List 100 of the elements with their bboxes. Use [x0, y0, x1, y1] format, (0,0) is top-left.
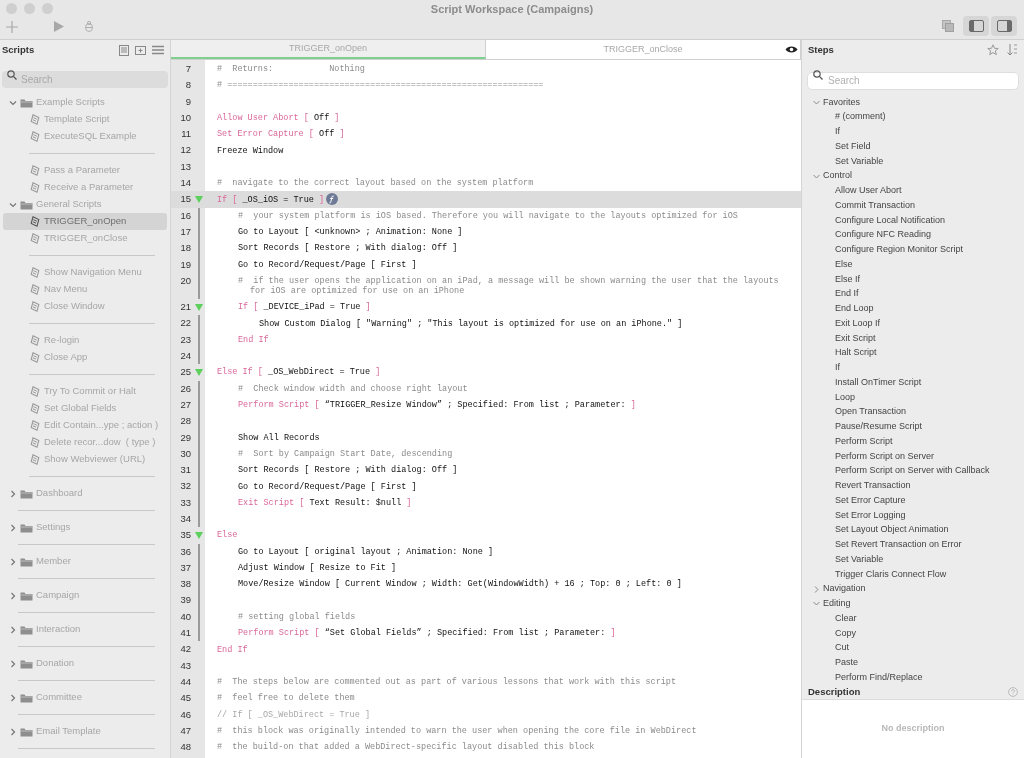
step-item[interactable]: Install OnTimer Script	[835, 375, 922, 390]
add-icon[interactable]	[6, 21, 18, 33]
script-step-line[interactable]: Perform Script [ “TRIGGER_Resize Window” ; Specified: From list ; Parameter: ]	[238, 396, 636, 414]
folder-icon[interactable]	[20, 692, 33, 703]
step-item[interactable]: Loop	[835, 390, 856, 405]
step-item[interactable]: Set Revert Transaction on Error	[835, 538, 962, 552]
new-folder-icon[interactable]	[135, 45, 146, 55]
disclosure-triangle-icon[interactable]	[195, 369, 203, 377]
script-line-row[interactable]: 20 # if the user opens the application on an iPad, a message will be shown warning the user that the layouts for iOS are optimized for use on an iPhone	[171, 272, 801, 300]
step-item[interactable]: Pause/Resume Script	[835, 420, 923, 434]
chevron-icon[interactable]	[9, 200, 17, 209]
script-icon[interactable]	[30, 301, 40, 312]
step-item[interactable]: Set Variable	[835, 552, 884, 567]
disclosure-triangle-icon[interactable]	[195, 532, 203, 540]
script-line-row[interactable]: 15 If [ _OS_iOS = True ]	[171, 191, 801, 208]
script-step-line[interactable]: Freeze Window	[217, 142, 284, 159]
script-line-row[interactable]: 34	[171, 511, 801, 528]
comment-line[interactable]: # setting global fields	[238, 608, 356, 626]
script-icon[interactable]	[30, 284, 40, 295]
script-icon[interactable]	[30, 386, 40, 397]
step-item[interactable]: If	[835, 125, 840, 139]
script-line-row[interactable]: 26 # Check window width and choose right layout	[171, 380, 801, 397]
script-step-line[interactable]: Set Error Capture [ Off ]	[217, 126, 345, 143]
search-field[interactable]: Search	[808, 72, 1018, 89]
script-line-row[interactable]: 22 Show Custom Dialog [ "Warning" ; "This layout is optimized for use on an iPhone." ]	[171, 315, 801, 332]
folder-icon[interactable]	[20, 488, 33, 499]
step-item[interactable]: Perform Script	[835, 434, 893, 449]
play-icon[interactable]	[54, 21, 64, 32]
step-item[interactable]: Open Transaction	[835, 405, 907, 419]
left-sidebar-toggle-button[interactable]	[963, 16, 989, 36]
step-item[interactable]: Commit Transaction	[835, 198, 916, 213]
script-line-row[interactable]: 8 # ==============================================================	[171, 77, 801, 94]
folder-icon[interactable]	[20, 658, 33, 669]
script-icon[interactable]	[30, 233, 40, 244]
folder-icon[interactable]	[20, 522, 33, 533]
step-item[interactable]: Set Field	[835, 139, 871, 154]
script-line-row[interactable]: 19 Go to Record/Request/Page [ First ]	[171, 256, 801, 273]
step-item[interactable]: Configure Region Monitor Script	[835, 243, 964, 257]
script-line-row[interactable]: 38 Move/Resize Window [ Current Window ; Width: Get(WindowWidth) + 16 ; Top: 0 ; Left: 0 ]	[171, 576, 801, 593]
script-step-line[interactable]: Show All Records	[238, 429, 320, 446]
chevron-icon[interactable]	[9, 523, 17, 532]
step-item[interactable]: Configure Local Notification	[835, 213, 946, 228]
step-item[interactable]: Clear	[835, 611, 857, 626]
script-icon[interactable]	[30, 131, 40, 142]
script-line-row[interactable]: 32 Go to Record/Request/Page [ First ]	[171, 478, 801, 495]
stack-icon[interactable]	[942, 20, 954, 32]
script-icon[interactable]	[30, 114, 40, 125]
script-line-row[interactable]: 24	[171, 348, 801, 365]
step-item[interactable]: Cut	[835, 641, 849, 655]
script-line-row[interactable]: 18 Sort Records [ Restore ; With dialog: Off ]	[171, 240, 801, 257]
script-line-row[interactable]: 12 Freeze Window	[171, 142, 801, 159]
script-line-row[interactable]: 7 # Returns: Nothing	[171, 61, 801, 78]
script-line-row[interactable]: 23 End If	[171, 331, 801, 349]
comment-line[interactable]: # The steps below are commented out as part of various lessons that work with this script	[217, 673, 677, 691]
step-item[interactable]: End If	[835, 287, 859, 301]
script-line-row[interactable]: 43	[171, 657, 801, 674]
script-line-row[interactable]: 47 # this block was originally intended to warn the user when opening the core file in WebDirect	[171, 722, 801, 740]
comment-line[interactable]: # Sort by Campaign Start Date, descending	[238, 445, 453, 463]
comment-line[interactable]: # this block was originally intended to warn the user when opening the core file in WebDirect	[217, 722, 697, 740]
step-item[interactable]: If	[835, 361, 840, 375]
folder-icon[interactable]	[20, 624, 33, 635]
script-step-line[interactable]: Perform Script [ “Set Global Fields” ; Specified: From list ; Parameter: ]	[238, 625, 616, 642]
script-line-row[interactable]: 40 # setting global fields	[171, 608, 801, 626]
chevron-icon[interactable]	[9, 625, 17, 634]
script-line-row[interactable]: 45 # feel free to delete them	[171, 690, 801, 707]
step-item[interactable]: Set Error Logging	[835, 508, 906, 523]
script-step-line[interactable]: End If	[217, 641, 248, 658]
script-line-row[interactable]: 27 Perform Script [ “TRIGGER_Resize Window” ; Specified: From list ; Parameter: ]	[171, 396, 801, 414]
comment-line[interactable]: # ==============================================================	[217, 77, 546, 94]
chevron-icon[interactable]	[9, 727, 17, 736]
script-icon[interactable]	[30, 437, 40, 448]
step-item[interactable]: Set Error Capture	[835, 493, 906, 508]
step-item[interactable]: Perform Script on Server	[835, 449, 935, 464]
script-line-row[interactable]: 42 End If	[171, 641, 801, 658]
step-item[interactable]: Paste	[835, 656, 858, 670]
step-item[interactable]: Copy	[835, 626, 856, 641]
left-sidebar-icon[interactable]	[968, 20, 984, 32]
script-icon[interactable]	[30, 165, 40, 176]
script-step-line[interactable]: If [ _DEVICE_iPad = True ]	[238, 299, 371, 316]
menu-icon[interactable]	[152, 45, 164, 55]
disclosure-triangle-icon[interactable]	[195, 304, 203, 312]
script-item[interactable]: TRIGGER_onOpen	[3, 213, 167, 230]
script-icon[interactable]	[30, 267, 40, 278]
chevron-icon[interactable]	[813, 172, 820, 180]
new-script-icon[interactable]	[119, 44, 129, 56]
chevron-icon[interactable]	[9, 98, 17, 107]
step-item[interactable]: Else If	[835, 272, 860, 287]
script-line-row[interactable]: 9	[171, 93, 801, 110]
script-step-line[interactable]: If [ _OS_iOS = True ]	[217, 191, 325, 208]
step-category[interactable]: Editing	[802, 596, 1024, 612]
step-item[interactable]: Else	[835, 257, 853, 272]
script-step-line[interactable]: Adjust Window [ Resize to Fit ]	[238, 559, 397, 577]
script-line-row[interactable]: 29 Show All Records	[171, 429, 801, 446]
script-line-row[interactable]: 35 Else	[171, 527, 801, 544]
script-line-row[interactable]: 46 // If [ _OS_WebDirect = True ]	[171, 706, 801, 723]
script-line-row[interactable]: 10 Allow User Abort [ Off ]	[171, 109, 801, 127]
script-line-row[interactable]: 36 Go to Layout [ original layout ; Animation: None ]	[171, 543, 801, 560]
script-line-row[interactable]: 33 Exit Script [ Text Result: $null ]	[171, 494, 801, 511]
help-icon[interactable]	[1008, 687, 1018, 697]
script-icon[interactable]	[30, 403, 40, 414]
